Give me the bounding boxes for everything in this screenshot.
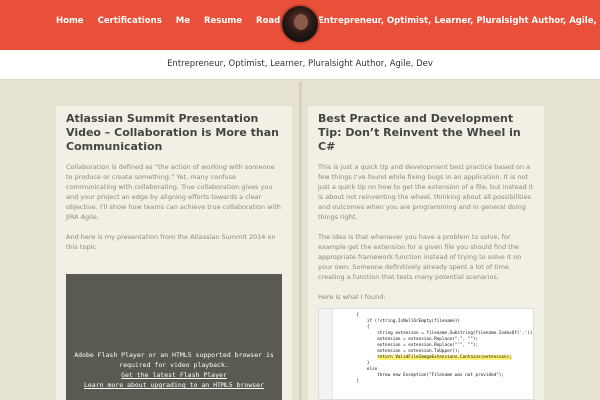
html5-upgrade-link[interactable]: Learn more about upgrading to an HTML5 b… [66, 380, 282, 390]
video-message-line: required for video playback. [119, 361, 229, 369]
code-image: { if (!string.IsNullOrEmpty(filename)) {… [356, 313, 534, 384]
code-gutter [319, 309, 333, 399]
code-screenshot: { if (!string.IsNullOrEmpty(filename)) {… [318, 308, 534, 400]
post-paragraph: Here is what I found: [318, 293, 386, 301]
post-card-csharp-tip: Best Practice and Development Tip: Don’t… [308, 106, 544, 400]
video-player[interactable]: Adobe Flash Player or an HTML5 supported… [66, 274, 282, 400]
video-message-line: Adobe Flash Player or an HTML5 supported… [74, 351, 274, 359]
post-card-atlassian: Atlassian Summit Presentation Video – Co… [56, 106, 292, 400]
nav-home-link[interactable]: Home [56, 16, 84, 26]
post-paragraph: And here is my presentation from the Atl… [66, 233, 276, 251]
post-paragraph: Collaboration is defined as “the action … [66, 163, 281, 221]
subheader-tagline: Entrepreneur, Optimist, Learner, Plurals… [167, 59, 433, 69]
post-title[interactable]: Best Practice and Development Tip: Don’t… [318, 112, 534, 154]
nav-certifications-link[interactable]: Certifications [98, 16, 162, 26]
flash-player-link[interactable]: Get the latest Flash Player [66, 370, 282, 380]
post-paragraph: The idea is that whenever you have a pro… [318, 233, 522, 281]
nav-resume-link[interactable]: Resume [204, 16, 242, 26]
nav-me-link[interactable]: Me [176, 16, 190, 26]
post-title[interactable]: Atlassian Summit Presentation Video – Co… [66, 112, 282, 154]
post-paragraph: This is just a quick tip and development… [318, 163, 534, 221]
column-divider [299, 82, 302, 400]
subheader: Entrepreneur, Optimist, Learner, Plurals… [0, 50, 600, 80]
site-header: Home Certifications Me Resume Road Warri… [0, 0, 600, 50]
video-fallback-message: Adobe Flash Player or an HTML5 supported… [66, 350, 282, 390]
avatar[interactable] [280, 4, 320, 44]
header-tagline: Entrepreneur, Optimist, Learner, Plurals… [318, 16, 600, 26]
